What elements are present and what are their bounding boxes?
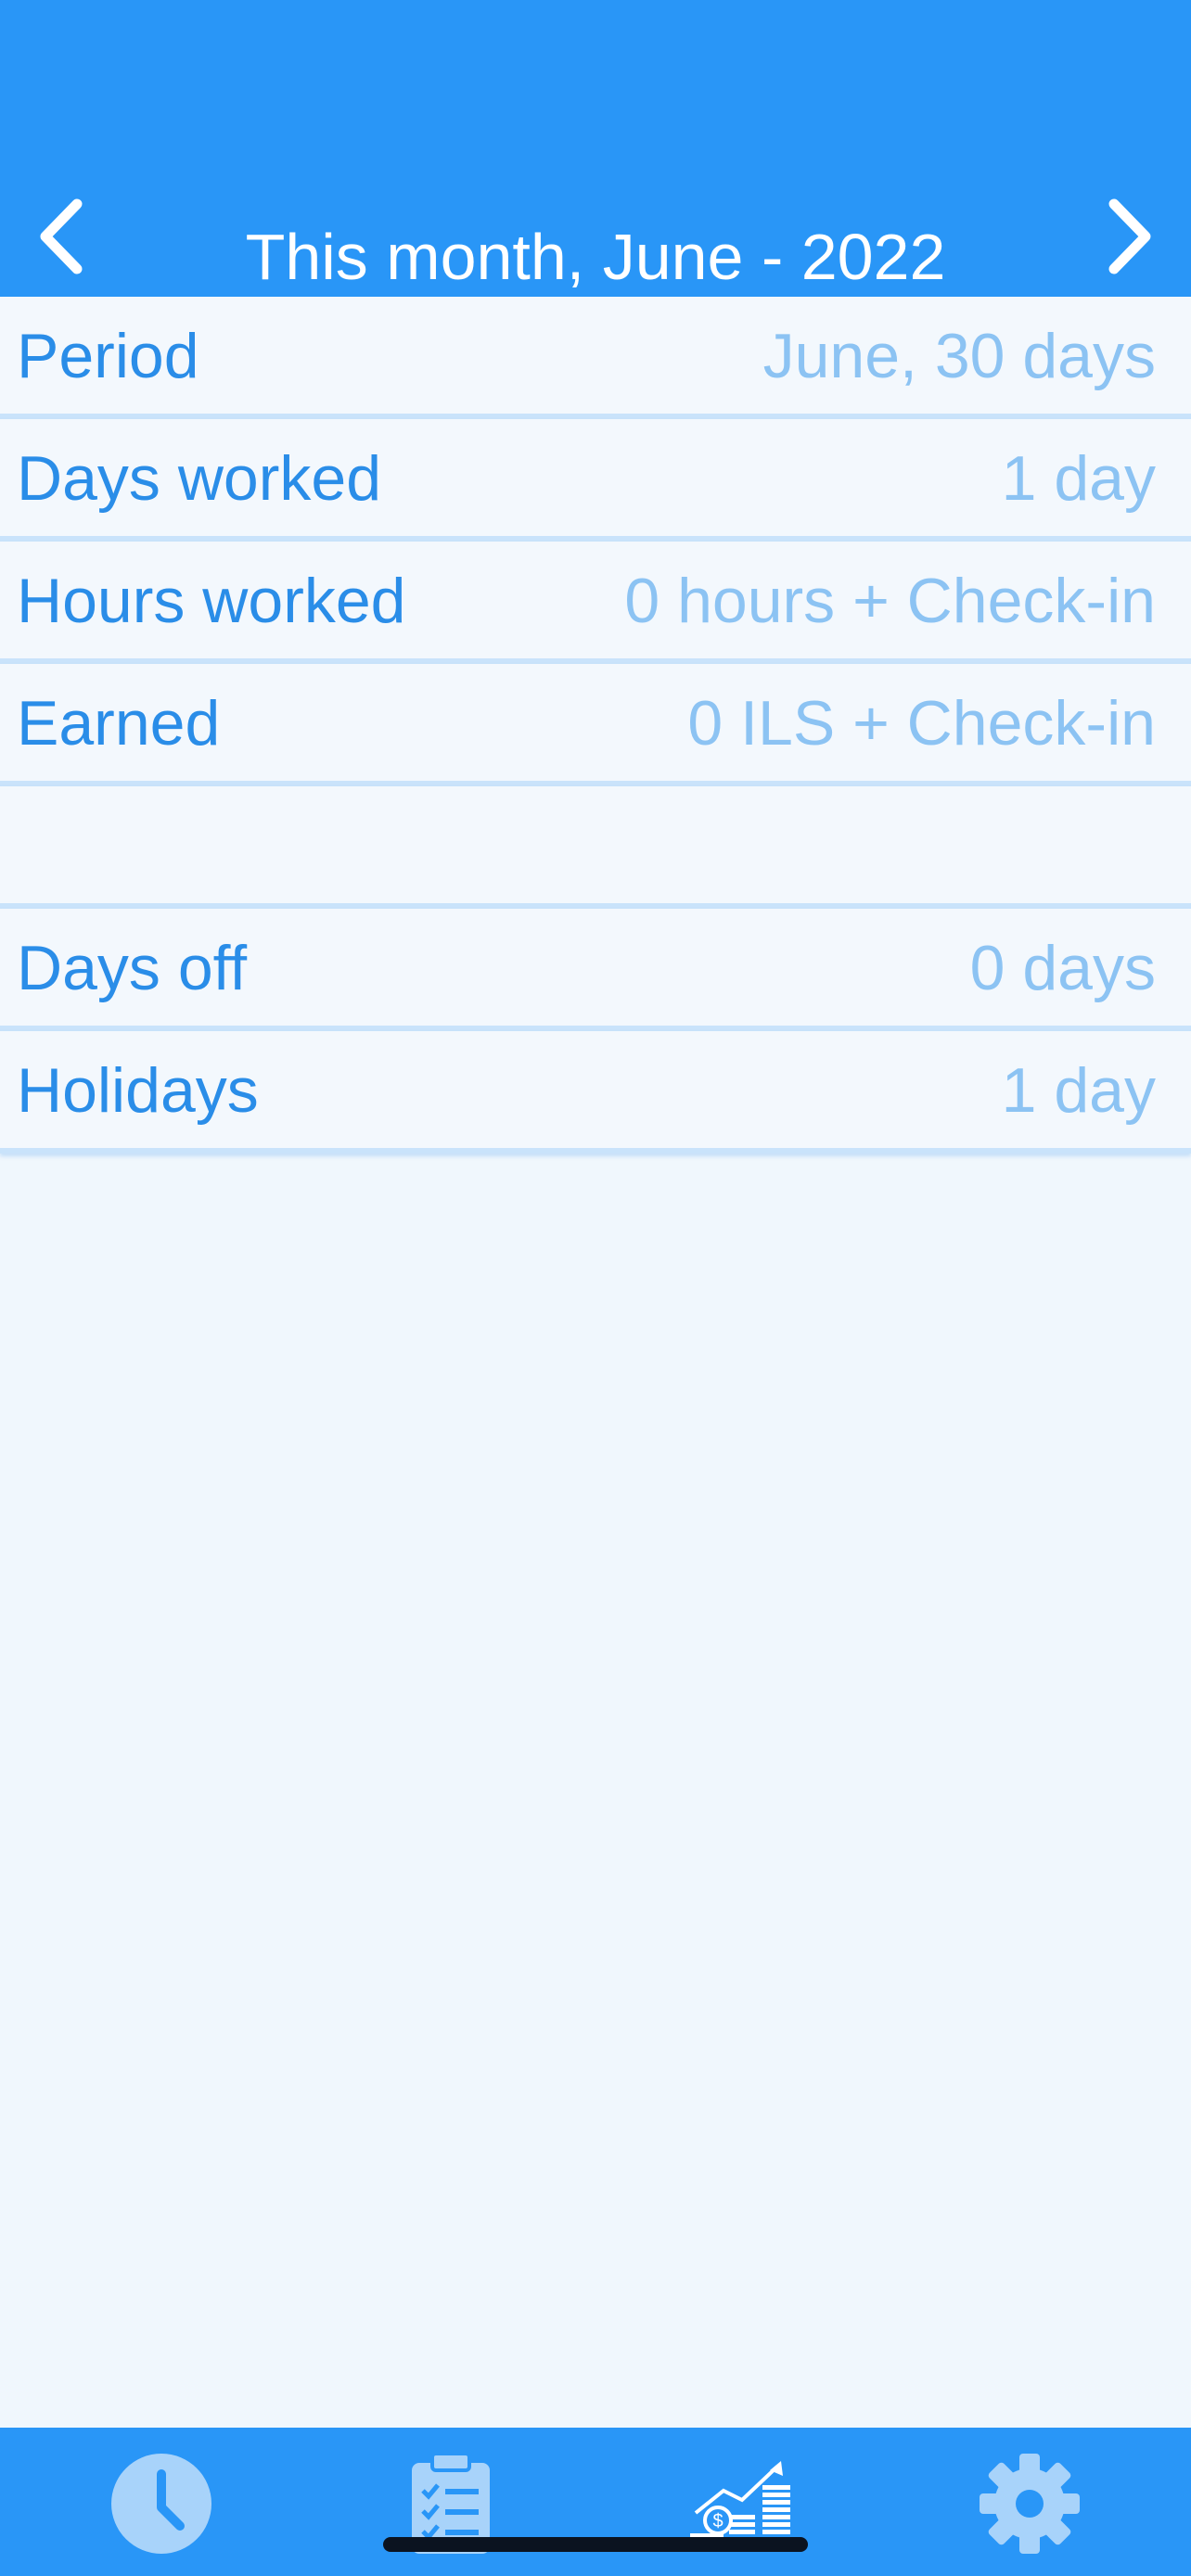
page-title: This month, June - 2022: [245, 221, 946, 293]
row-label: Period: [17, 321, 199, 391]
tab-bar: $: [0, 2428, 1191, 2576]
gear-icon: [980, 2454, 1080, 2554]
header-bar: This month, June - 2022: [0, 0, 1191, 297]
summary-row-earned: Earned 0 ILS + Check-in: [0, 664, 1191, 786]
summary-row-period: Period June, 30 days: [0, 297, 1191, 419]
next-month-button[interactable]: [1087, 185, 1171, 287]
summary-row-empty: [0, 786, 1191, 909]
row-label: Hours worked: [17, 566, 406, 636]
home-indicator: [383, 2537, 808, 2552]
row-label: Earned: [17, 688, 221, 759]
row-value: June, 30 days: [762, 321, 1156, 391]
summary-row-hours-worked: Hours worked 0 hours + Check-in: [0, 542, 1191, 664]
row-value: 0 days: [969, 933, 1156, 1003]
tab-clock[interactable]: [96, 2448, 226, 2559]
summary-row-days-worked: Days worked 1 day: [0, 419, 1191, 542]
summary-row-holidays: Holidays 1 day: [0, 1031, 1191, 1154]
tab-settings[interactable]: [965, 2448, 1095, 2559]
chevron-right-icon: [1108, 198, 1151, 274]
clock-icon: [111, 2454, 211, 2554]
row-value: 1 day: [1001, 443, 1156, 514]
summary-row-days-off: Days off 0 days: [0, 909, 1191, 1031]
svg-text:$: $: [712, 2511, 723, 2531]
row-label: Days worked: [17, 443, 382, 514]
app-screen: This month, June - 2022 Period June, 30 …: [0, 0, 1191, 2576]
row-label: Days off: [17, 933, 248, 1003]
summary-list: Period June, 30 days Days worked 1 day H…: [0, 297, 1191, 1154]
earnings-chart-icon: $: [690, 2461, 790, 2549]
row-label: Holidays: [17, 1055, 259, 1126]
row-value: 0 hours + Check-in: [624, 566, 1156, 636]
row-value: 1 day: [1001, 1055, 1156, 1126]
row-value: 0 ILS + Check-in: [687, 688, 1156, 759]
